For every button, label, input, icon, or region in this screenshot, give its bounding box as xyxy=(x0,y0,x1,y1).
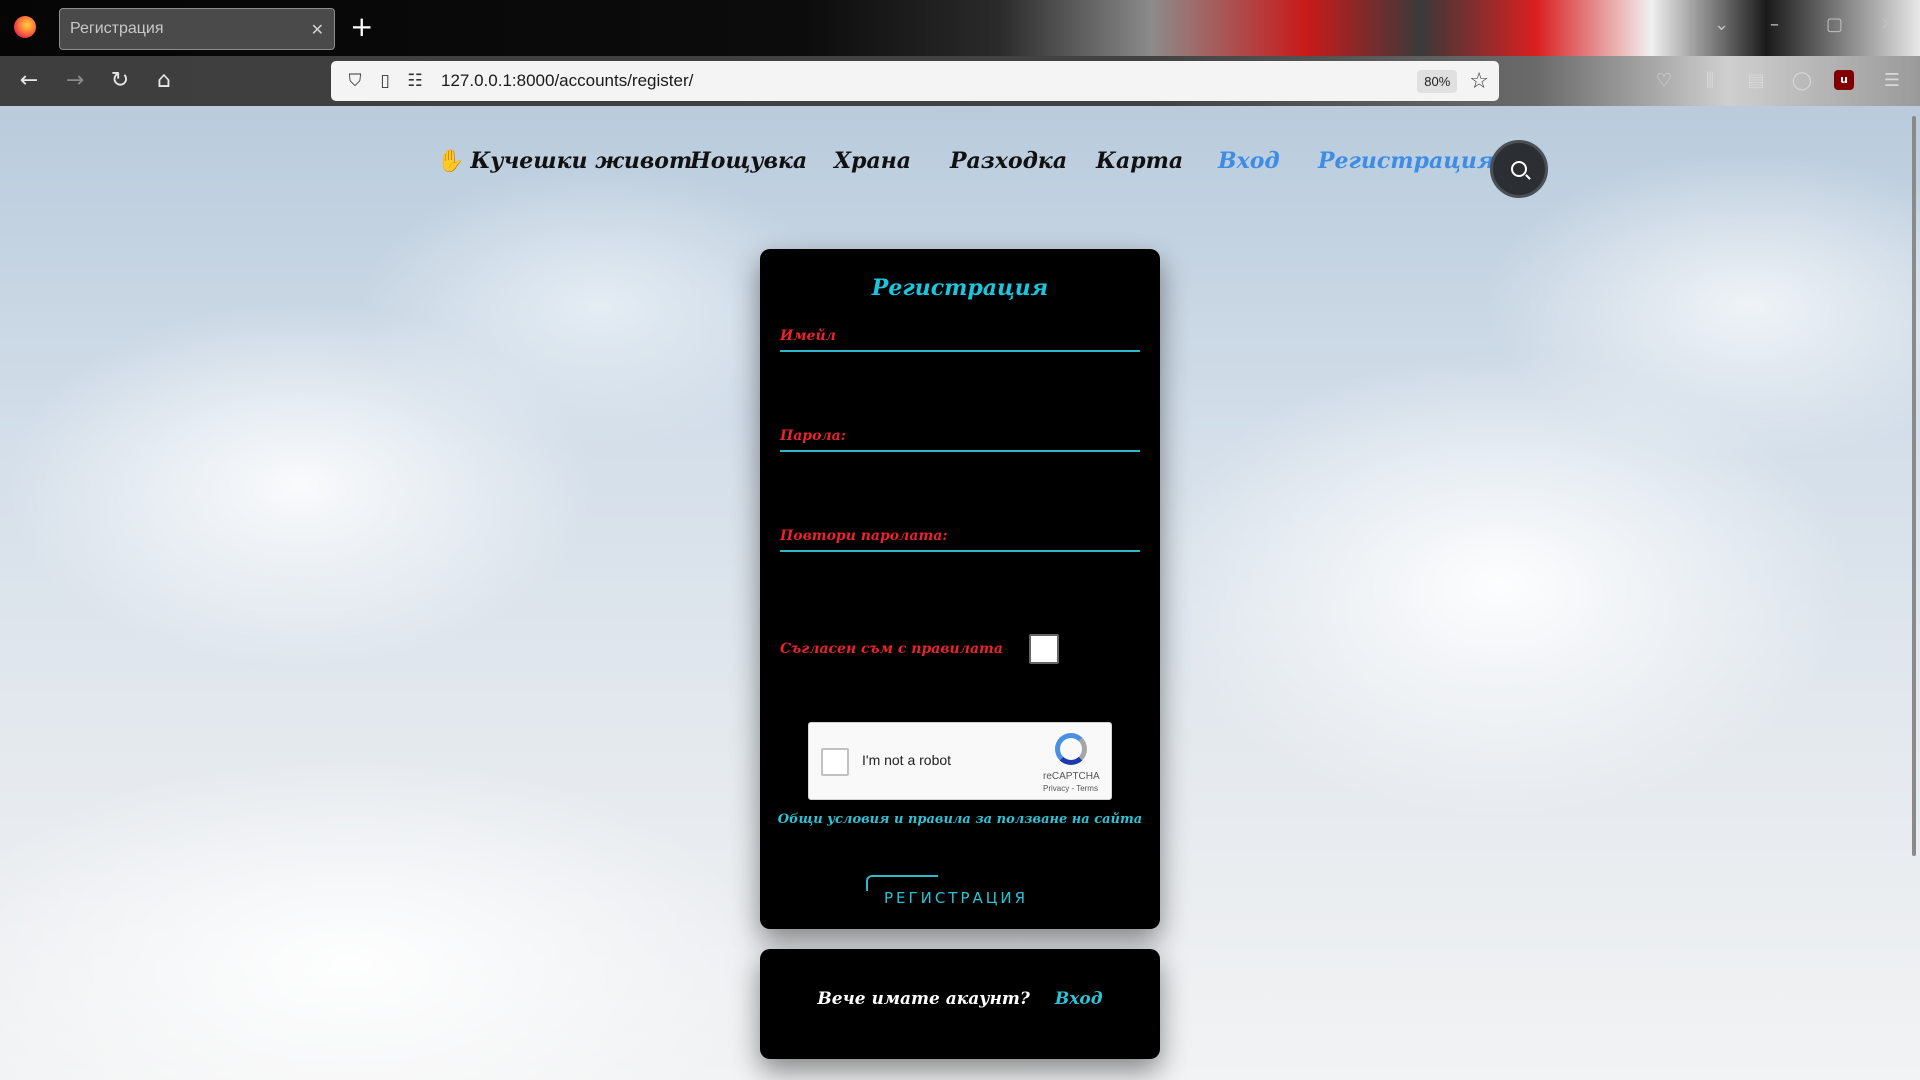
login-link[interactable]: Вход xyxy=(1055,989,1103,1009)
new-tab-button[interactable]: + xyxy=(350,12,373,42)
agree-checkbox[interactable] xyxy=(1028,634,1059,664)
site-navigation: ✋ Кучешки живот Нощувка Храна Разходка Ка… xyxy=(0,140,1920,198)
register-button-label: РЕГИСТРАЦИЯ xyxy=(883,889,1029,907)
nav-item-walk[interactable]: Разходка xyxy=(950,148,1067,174)
registration-card: Регистрация Имейл Парола: Повтори парола… xyxy=(760,249,1160,929)
search-button[interactable] xyxy=(1490,140,1548,198)
tab-list-chevron-icon[interactable]: ⌄ xyxy=(1714,14,1729,35)
page-background: ✋ Кучешки живот Нощувка Храна Разходка Ка… xyxy=(0,106,1920,1080)
browser-tab[interactable]: Регистрация ✕ xyxy=(59,8,335,50)
password-field[interactable]: Парола: xyxy=(780,412,1140,452)
url-path: :8000/accounts/register/ xyxy=(511,71,694,90)
recaptcha-widget: I'm not a robot reCAPTCHA Privacy - Term… xyxy=(808,722,1112,800)
site-brand-label: Кучешки живот xyxy=(470,148,693,174)
home-icon[interactable]: ⌂ xyxy=(149,66,179,96)
nav-item-login[interactable]: Вход xyxy=(1218,148,1280,174)
browser-tab-strip: Регистрация ✕ + ⌄ – ▢ ✕ xyxy=(0,0,1920,56)
site-brand-link[interactable]: ✋ Кучешки живот xyxy=(437,148,692,174)
url-host: 127.0.0.1 xyxy=(441,71,512,90)
minimize-icon[interactable]: – xyxy=(1770,14,1779,35)
page-icon[interactable]: ▯ xyxy=(375,71,395,91)
email-field[interactable]: Имейл xyxy=(780,312,1140,352)
close-tab-icon[interactable]: ✕ xyxy=(311,20,324,39)
paw-logo-icon: ✋ xyxy=(437,148,465,174)
scrollbar[interactable] xyxy=(1912,116,1916,856)
tab-title: Регистрация xyxy=(70,20,164,37)
account-icon[interactable]: ◯ xyxy=(1790,70,1814,91)
url-text[interactable]: 127.0.0.1:8000/accounts/register/ xyxy=(441,71,1417,91)
shield-icon[interactable]: ⛉ xyxy=(345,71,365,91)
recaptcha-brand: reCAPTCHA xyxy=(1043,771,1100,782)
sidebar-icon[interactable]: ▤ xyxy=(1744,70,1768,91)
address-bar[interactable]: ⛉ ▯ ☷ 127.0.0.1:8000/accounts/register/ … xyxy=(331,61,1499,101)
recaptcha-label: I'm not a robot xyxy=(862,752,952,768)
terms-link[interactable]: Общи условия и правила за ползване на са… xyxy=(760,812,1160,827)
register-button[interactable]: РЕГИСТРАЦИЯ xyxy=(866,875,1046,909)
nav-item-register[interactable]: Регистрация xyxy=(1318,148,1494,174)
firefox-logo-icon[interactable] xyxy=(14,16,36,38)
login-prompt: Вече имате акаунт? Вход xyxy=(760,989,1160,1009)
recaptcha-logo-icon xyxy=(1055,733,1087,765)
recaptcha-checkbox[interactable] xyxy=(821,748,849,776)
agree-row: Съгласен съм с правилата xyxy=(780,634,1059,664)
pocket-icon[interactable]: ♡ xyxy=(1652,70,1676,91)
menu-icon[interactable]: ☰ xyxy=(1880,70,1904,91)
agree-label: Съгласен съм с правилата xyxy=(780,641,1003,657)
close-window-icon[interactable]: ✕ xyxy=(1880,14,1895,35)
repeat-password-field[interactable]: Повтори паролата: xyxy=(780,512,1140,552)
reload-icon[interactable]: ↻ xyxy=(105,66,135,96)
search-icon xyxy=(1511,161,1527,177)
login-prompt-text: Вече имате акаунт? xyxy=(817,989,1030,1009)
email-label: Имейл xyxy=(780,328,836,344)
ublock-extension-icon[interactable]: u xyxy=(1834,70,1854,90)
recaptcha-privacy-terms[interactable]: Privacy - Terms xyxy=(1043,784,1098,793)
form-title: Регистрация xyxy=(871,275,1049,301)
maximize-icon[interactable]: ▢ xyxy=(1826,14,1843,35)
repeat-password-label: Повтори паролата: xyxy=(780,528,948,544)
permissions-icon[interactable]: ☷ xyxy=(405,71,425,91)
library-icon[interactable]: ⫼ xyxy=(1698,70,1722,91)
back-arrow-icon[interactable]: ← xyxy=(14,66,44,96)
bookmark-star-icon[interactable]: ☆ xyxy=(1469,69,1489,94)
login-prompt-card: Вече имате акаунт? Вход xyxy=(760,949,1160,1059)
password-label: Парола: xyxy=(780,428,846,444)
nav-item-map[interactable]: Карта xyxy=(1096,148,1183,174)
nav-item-food[interactable]: Храна xyxy=(834,148,911,174)
forward-arrow-icon[interactable]: → xyxy=(60,66,90,96)
zoom-level-badge[interactable]: 80% xyxy=(1417,69,1458,93)
browser-toolbar: ← → ↻ ⌂ ⛉ ▯ ☷ 127.0.0.1:8000/accounts/re… xyxy=(0,56,1920,106)
nav-item-overnight[interactable]: Нощувка xyxy=(690,148,807,174)
